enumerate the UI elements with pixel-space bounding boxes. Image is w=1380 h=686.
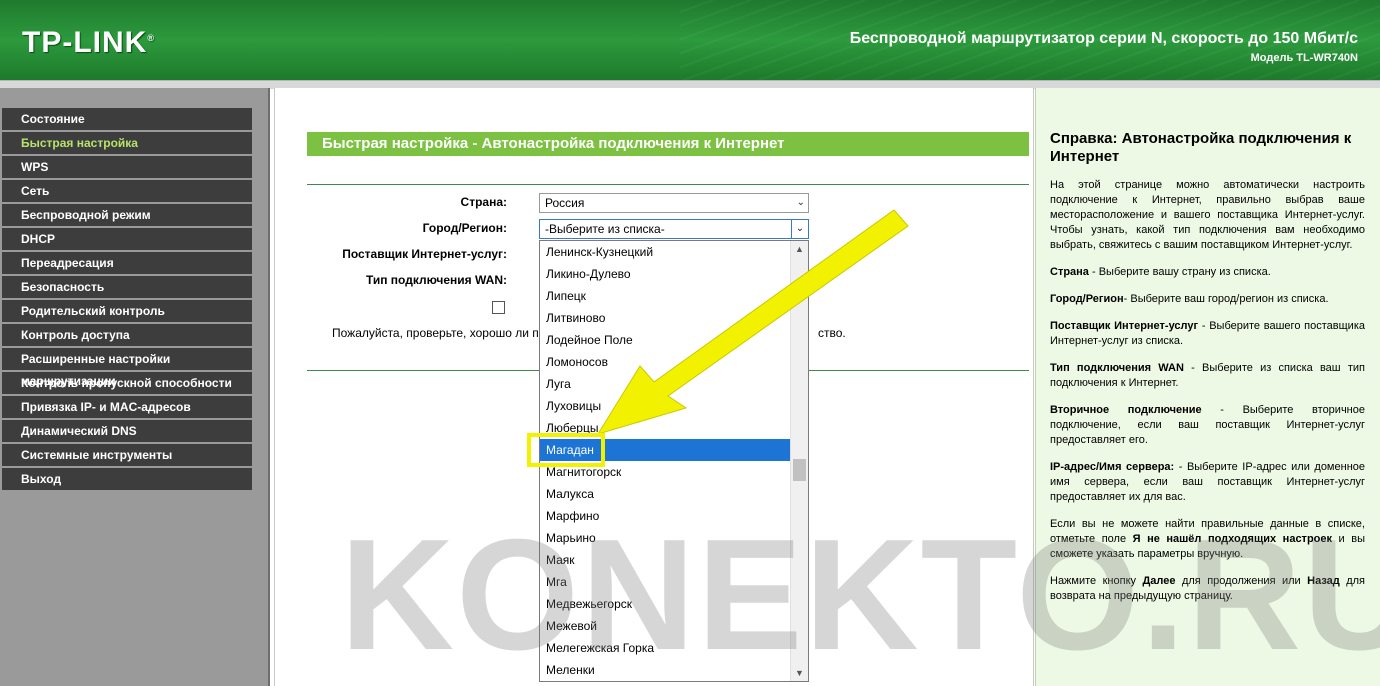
divider-top	[307, 184, 1029, 185]
list-item[interactable]: Медвежьегорск	[540, 593, 790, 615]
sidebar-item-status[interactable]: Состояние	[2, 108, 252, 130]
list-item[interactable]: Литвиново	[540, 307, 790, 329]
list-item[interactable]: Луховицы	[540, 395, 790, 417]
chevron-down-icon: ⌄	[796, 197, 805, 208]
sidebar-item-parental-control[interactable]: Родительский контроль	[2, 300, 252, 322]
wan-type-label: Тип подключения WAN:	[365, 273, 507, 287]
router-title: Беспроводной маршрутизатор серии N, скор…	[849, 30, 1358, 47]
help-notfound: Если вы не можете найти правильные данны…	[1050, 518, 1365, 560]
help-intro: На этой странице можно автоматически нас…	[1050, 179, 1365, 251]
sidebar-item-network[interactable]: Сеть	[2, 180, 252, 202]
help-title: Справка: Автонастройка подключения к Инт…	[1050, 130, 1352, 165]
check-note-start: Пожалуйста, проверьте, хорошо ли п	[332, 326, 539, 340]
sidebar-item-forwarding[interactable]: Переадресация	[2, 252, 252, 274]
sidebar-item-logout[interactable]: Выход	[2, 468, 252, 490]
sidebar-item-dhcp[interactable]: DHCP	[2, 228, 252, 250]
scroll-up-icon[interactable]: ▲	[791, 241, 808, 257]
sidebar-item-ip-mac-binding[interactable]: Привязка IP- и MAC-адресов	[2, 396, 252, 418]
scroll-down-icon[interactable]: ▼	[791, 665, 808, 681]
help-secondary: Вторичное подключение - Выберите вторичн…	[1050, 404, 1365, 446]
sidebar: Состояние Быстрая настройка WPS Сеть Бес…	[0, 88, 270, 686]
not-found-checkbox[interactable]	[492, 301, 505, 314]
check-note: Пожалуйста, проверьте, хорошо ли п ство.	[332, 326, 846, 340]
sidebar-item-access-control[interactable]: Контроль доступа	[2, 324, 252, 346]
sidebar-item-bandwidth-control[interactable]: Контроль пропускной способности	[2, 372, 252, 394]
isp-label: Поставщик Интернет-услуг:	[342, 247, 507, 261]
help-wan: Тип подключения WAN - Выберите из списка…	[1050, 362, 1365, 389]
list-item[interactable]: Луга	[540, 373, 790, 395]
page-title: Быстрая настройка - Автонастройка подклю…	[307, 132, 1029, 156]
help-navigation: Нажмите кнопку Далее для продолжения или…	[1050, 575, 1366, 602]
help-country: Страна - Выберите вашу страну из списка.	[1050, 266, 1271, 278]
sidebar-item-wps[interactable]: WPS	[2, 156, 252, 178]
region-select-value: -Выберите из списка-	[545, 222, 665, 236]
header-banner: TP-LINK® Беспроводной маршрутизатор сери…	[0, 0, 1380, 80]
help-isp: Поставщик Интернет-услуг - Выберите ваше…	[1050, 320, 1365, 347]
sidebar-item-wireless[interactable]: Беспроводной режим	[2, 204, 252, 226]
help-server: IP-адрес/Имя сервера: - Выберите IP-адре…	[1050, 461, 1366, 503]
list-item-selected[interactable]: Магадан	[540, 439, 790, 461]
country-label: Страна:	[460, 195, 507, 209]
tp-link-logo: TP-LINK®	[22, 26, 155, 59]
list-item[interactable]: Ломоносов	[540, 351, 790, 373]
list-item[interactable]: Лодейное Поле	[540, 329, 790, 351]
region-label: Город/Регион:	[422, 221, 507, 235]
list-item[interactable]: Люберцы	[540, 417, 790, 439]
sidebar-item-quick-setup[interactable]: Быстрая настройка	[2, 132, 252, 154]
list-item[interactable]: Марфино	[540, 505, 790, 527]
list-item[interactable]: Межевой	[540, 615, 790, 637]
region-dropdown-list[interactable]: Ленинск-Кузнецкий Ликино-Дулево Липецк Л…	[539, 240, 809, 682]
dropdown-scrollbar[interactable]: ▲ ▼	[790, 241, 808, 681]
country-select[interactable]: Россия ⌄	[539, 193, 809, 213]
list-item[interactable]: Ликино-Дулево	[540, 263, 790, 285]
sidebar-divider	[268, 88, 270, 686]
help-panel: Справка: Автонастройка подключения к Инт…	[1035, 88, 1380, 686]
help-region: Город/Регион- Выберите ваш город/регион …	[1050, 293, 1329, 305]
chevron-down-icon: ⌄	[791, 220, 808, 238]
sidebar-item-system-tools[interactable]: Системные инструменты	[2, 444, 252, 466]
list-item[interactable]: Марьино	[540, 527, 790, 549]
list-item[interactable]: Меленки	[540, 659, 790, 681]
sidebar-item-ddns[interactable]: Динамический DNS	[2, 420, 252, 442]
scrollbar-thumb[interactable]	[793, 459, 806, 481]
list-item[interactable]: Магнитогорск	[540, 461, 790, 483]
list-item[interactable]: Малукса	[540, 483, 790, 505]
list-item[interactable]: Мелегежская Горка	[540, 637, 790, 659]
sidebar-item-advanced-routing[interactable]: Расширенные настройки маршрутизации	[2, 348, 252, 388]
check-note-end: ство.	[818, 326, 846, 340]
region-select[interactable]: -Выберите из списка- ⌄	[539, 219, 809, 239]
sidebar-item-security[interactable]: Безопасность	[2, 276, 252, 298]
list-item[interactable]: Липецк	[540, 285, 790, 307]
router-model: Модель TL-WR740N	[1250, 52, 1358, 64]
country-select-value: Россия	[545, 196, 585, 210]
list-item[interactable]: Мга	[540, 571, 790, 593]
list-item[interactable]: Ленинск-Кузнецкий	[540, 241, 790, 263]
list-item[interactable]: Маяк	[540, 549, 790, 571]
